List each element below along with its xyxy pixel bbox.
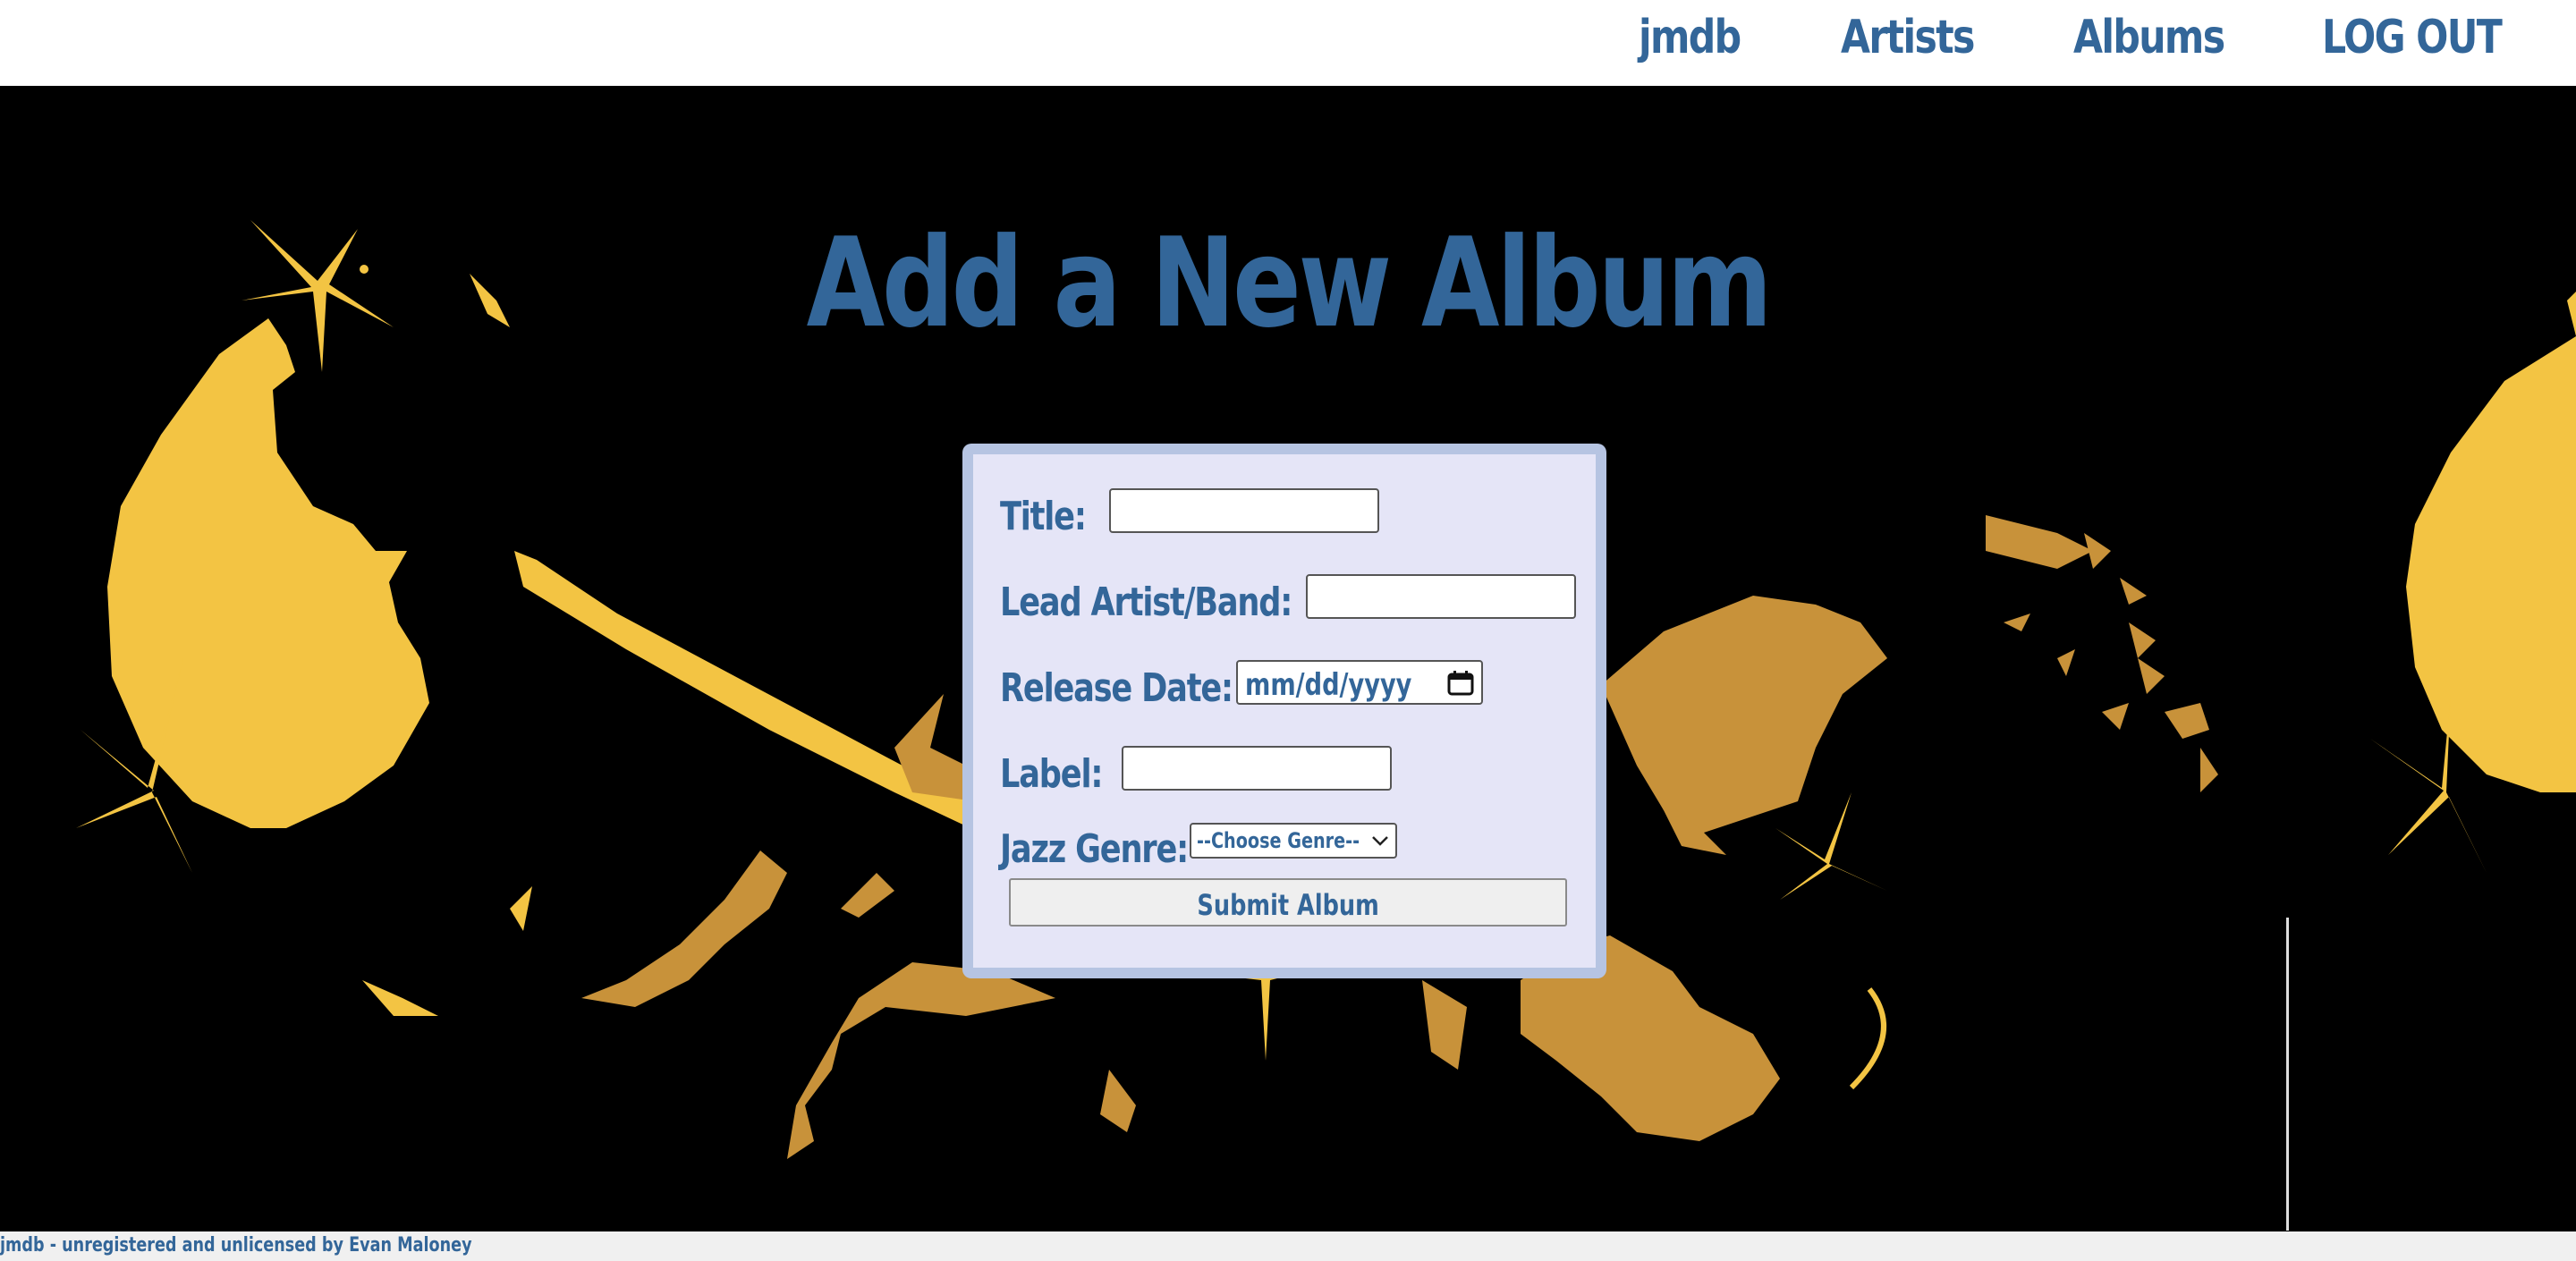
title-input[interactable] [1109,488,1379,533]
nav-link-albums[interactable]: Albums [2073,11,2225,64]
title-label: Title: [1000,494,1087,539]
genre-label: Jazz Genre: [1000,826,1189,872]
release-date-label: Release Date: [1000,665,1233,711]
page-title: Add a New Album [806,211,1773,355]
release-date-input[interactable]: mm/dd/yyyy [1236,660,1483,705]
submit-album-label: Submit Album [1197,888,1379,922]
footer-credit-text: jmdb - unregistered and unlicensed by Ev… [0,1234,472,1257]
genre-selected-value: --Choose Genre-- [1197,828,1360,853]
label-label: Label: [1000,751,1103,797]
calendar-icon[interactable] [1447,671,1474,696]
nav-link-home[interactable]: jmdb [1639,11,1741,64]
artist-label: Lead Artist/Band: [1000,580,1292,625]
nav-link-logout[interactable]: LOG OUT [2322,11,2503,64]
label-input[interactable] [1122,746,1392,791]
add-album-form: Title: Lead Artist/Band: Release Date: m… [962,444,1606,978]
chevron-down-icon [1372,836,1388,846]
release-date-placeholder: mm/dd/yyyy [1245,667,1412,703]
footer: jmdb - unregistered and unlicensed by Ev… [0,1231,2576,1261]
nav-link-artists[interactable]: Artists [1841,11,1975,64]
genre-select[interactable]: --Choose Genre-- [1190,823,1397,859]
submit-album-button[interactable]: Submit Album [1009,878,1567,927]
artist-input[interactable] [1306,574,1576,619]
top-navigation-bar: jmdb Artists Albums LOG OUT [0,0,2576,86]
